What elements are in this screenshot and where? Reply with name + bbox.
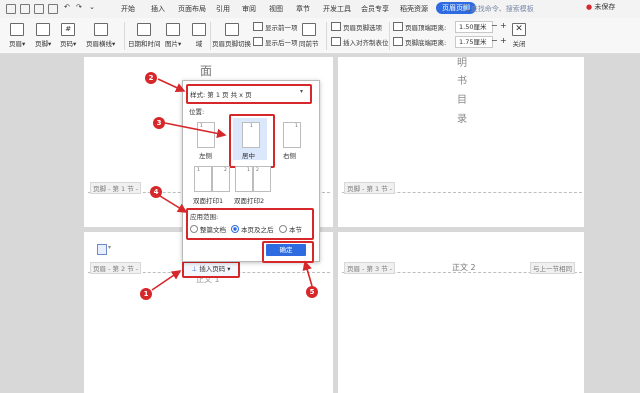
annotation-marker: 2 [145,72,157,84]
arrow-4 [159,195,188,213]
annotation-marker: 3 [153,117,165,129]
arrow-2 [157,78,186,93]
arrow-1 [151,270,182,291]
arrow-5 [302,260,313,287]
annotation-marker: 4 [150,186,162,198]
annotation-marker: 5 [306,286,318,298]
annotation-marker: 1 [140,288,152,300]
arrow-3 [164,122,227,139]
annotation-arrows [151,78,313,291]
